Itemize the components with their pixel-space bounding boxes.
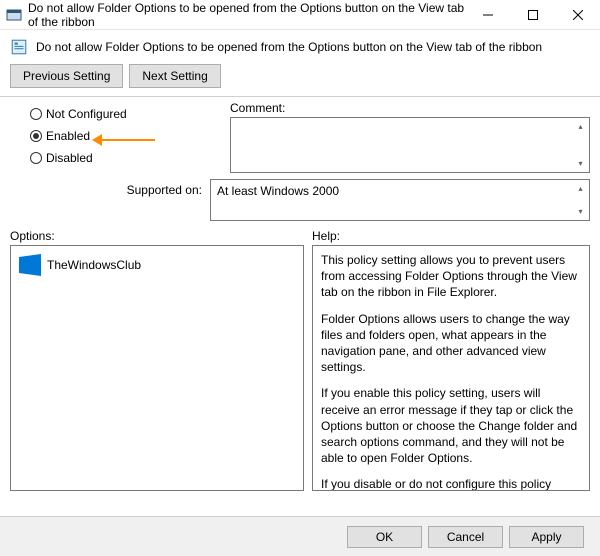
radio-not-configured[interactable]: Not Configured	[30, 107, 230, 121]
radio-disabled[interactable]: Disabled	[30, 151, 230, 165]
scroll-down-icon: ▾	[572, 203, 589, 220]
title-bar: Do not allow Folder Options to be opened…	[0, 0, 600, 30]
scrollbar[interactable]: ▴ ▾	[572, 180, 589, 220]
window-title: Do not allow Folder Options to be opened…	[28, 1, 465, 29]
apply-button[interactable]: Apply	[509, 526, 584, 548]
options-pane: TheWindowsClub	[10, 245, 304, 491]
supported-on-box: At least Windows 2000 ▴ ▾	[210, 179, 590, 221]
ok-button[interactable]: OK	[347, 526, 422, 548]
help-text: Folder Options allows users to change th…	[321, 311, 581, 376]
scroll-up-icon: ▴	[572, 180, 589, 197]
supported-on-value: At least Windows 2000	[217, 184, 339, 198]
help-label: Help:	[312, 229, 590, 243]
annotation-arrow	[95, 139, 155, 141]
help-text: If you enable this policy setting, users…	[321, 385, 581, 466]
options-label: Options:	[10, 229, 304, 243]
comment-label: Comment:	[230, 101, 590, 115]
watermark: TheWindowsClub	[19, 254, 295, 276]
next-setting-button[interactable]: Next Setting	[129, 64, 220, 88]
windows-logo-icon	[19, 254, 41, 276]
radio-icon	[30, 130, 42, 142]
radio-label: Disabled	[46, 151, 93, 165]
radio-label: Enabled	[46, 129, 90, 143]
policy-icon	[10, 38, 28, 56]
scrollbar[interactable]: ▴ ▾	[572, 118, 589, 172]
app-icon	[6, 7, 22, 23]
help-text: If you disable or do not configure this …	[321, 476, 581, 491]
supported-on-label: Supported on:	[10, 179, 210, 197]
comment-textarea[interactable]: ▴ ▾	[230, 117, 590, 173]
policy-header: Do not allow Folder Options to be opened…	[0, 30, 600, 64]
radio-label: Not Configured	[46, 107, 127, 121]
previous-setting-button[interactable]: Previous Setting	[10, 64, 123, 88]
setting-nav-toolbar: Previous Setting Next Setting	[0, 64, 600, 96]
dialog-footer: OK Cancel Apply	[0, 516, 600, 556]
minimize-button[interactable]	[465, 0, 510, 29]
cancel-button[interactable]: Cancel	[428, 526, 503, 548]
close-button[interactable]	[555, 0, 600, 29]
policy-title: Do not allow Folder Options to be opened…	[36, 40, 542, 54]
radio-icon	[30, 152, 42, 164]
help-text: This policy setting allows you to preven…	[321, 252, 581, 301]
maximize-button[interactable]	[510, 0, 555, 29]
state-radio-group: Not Configured Enabled Disabled	[30, 101, 230, 173]
scroll-down-icon: ▾	[572, 155, 589, 172]
scroll-up-icon: ▴	[572, 118, 589, 135]
help-pane: This policy setting allows you to preven…	[312, 245, 590, 491]
watermark-text: TheWindowsClub	[47, 257, 141, 273]
annotation-arrow-head	[92, 134, 102, 146]
radio-icon	[30, 108, 42, 120]
